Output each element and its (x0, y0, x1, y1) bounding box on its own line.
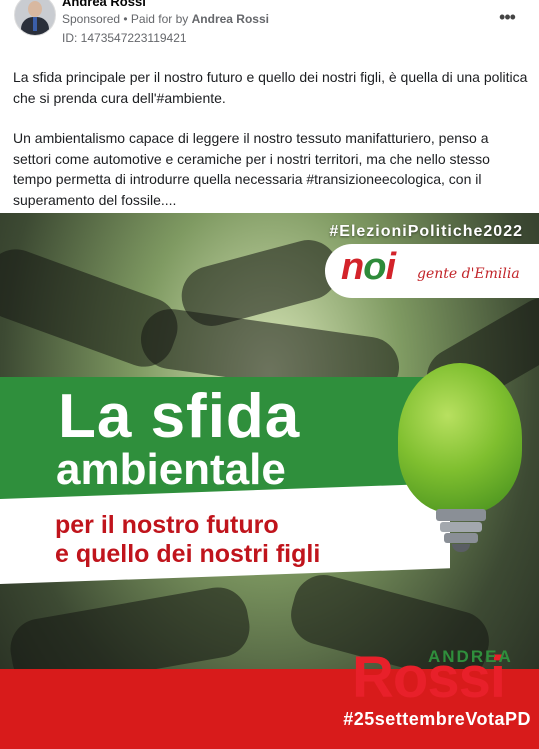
headline-line-1: La sfida (58, 382, 301, 451)
ad-id: ID: 1473547223119421 (62, 31, 187, 45)
post-paragraph-1: La sfida principale per il nostro futuro… (13, 69, 528, 106)
paid-for-prefix: • Paid for by (120, 12, 192, 26)
avatar[interactable] (14, 0, 56, 36)
sponsored-label: Sponsored (62, 12, 121, 26)
headline-line-2: ambientale (56, 445, 286, 494)
hashtag-elezioni: #ElezioniPolitiche2022 (329, 223, 523, 240)
logo-letter-i: i (385, 246, 396, 288)
green-lightbulb-icon (398, 363, 522, 513)
author-name[interactable]: Andrea Rossi (62, 0, 146, 9)
hashtag-vota-pd: #25settembreVotaPD (343, 709, 531, 729)
logo-letter-n: n (341, 246, 364, 288)
lightbulb-base (436, 509, 486, 521)
sponsored-meta: Sponsored • Paid for by Andrea Rossi (62, 12, 269, 26)
paid-for-name[interactable]: Andrea Rossi (192, 12, 269, 26)
avatar-face (28, 1, 42, 17)
candidate-first-name: ANDREA (428, 647, 513, 666)
post-paragraph-2: Un ambientalismo capace di leggere il no… (13, 130, 490, 208)
avatar-tie (33, 17, 37, 31)
logo-tagline: gente d'Emilia (417, 266, 520, 282)
logo-letter-o: o (363, 246, 386, 288)
ad-image[interactable]: #ElezioniPolitiche2022 noi gente d'Emili… (0, 213, 539, 749)
lightbulb-base (440, 522, 482, 532)
post-header: Andrea Rossi Sponsored • Paid for by And… (0, 0, 539, 60)
noi-logo: noi (341, 246, 396, 289)
subheadline-line-1: per il nostro futuro (55, 511, 279, 539)
subheadline-line-2: e quello dei nostri figli (55, 540, 321, 568)
lightbulb-base (444, 533, 478, 543)
more-options-icon[interactable]: ••• (497, 8, 517, 26)
post-text: La sfida principale per il nostro futuro… (13, 67, 528, 230)
noi-logo-box: noi gente d'Emilia (325, 244, 539, 298)
